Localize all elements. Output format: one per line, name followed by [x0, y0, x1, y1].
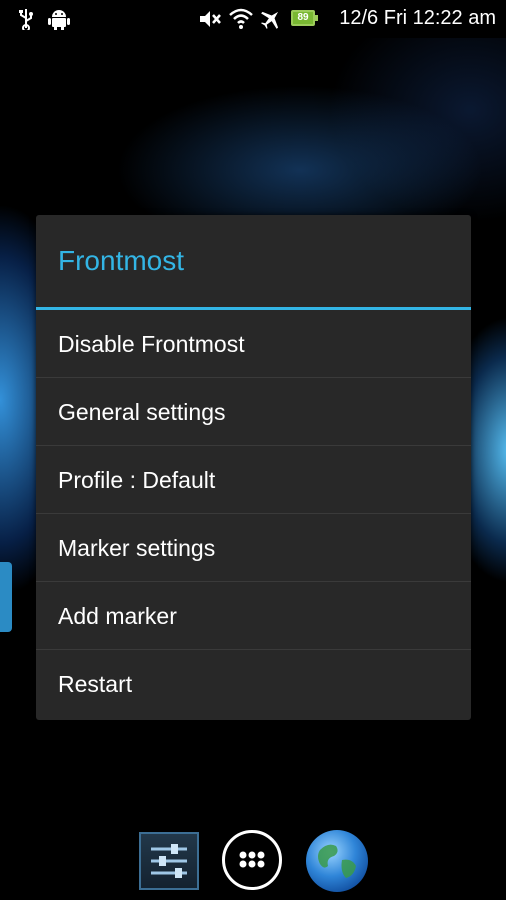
wifi-icon [229, 8, 253, 35]
app-drawer-icon[interactable] [222, 830, 282, 890]
frontmost-menu-dialog: Frontmost Disable Frontmost General sett… [36, 215, 471, 720]
android-icon [48, 8, 70, 35]
menu-item-disable-frontmost[interactable]: Disable Frontmost [36, 310, 471, 378]
status-bar: 89 12/6 Fri 12:22 am [0, 0, 506, 38]
dialog-title: Frontmost [58, 245, 185, 276]
menu-item-profile[interactable]: Profile : Default [36, 446, 471, 514]
mute-icon [198, 8, 222, 35]
side-edge-handle[interactable] [0, 562, 12, 632]
usb-icon [18, 8, 34, 35]
settings-sliders-icon[interactable] [139, 832, 199, 890]
menu-item-restart[interactable]: Restart [36, 650, 471, 718]
menu-item-general-settings[interactable]: General settings [36, 378, 471, 446]
menu-item-marker-settings[interactable]: Marker settings [36, 514, 471, 582]
status-date-time: 12/6 Fri 12:22 am [339, 7, 496, 29]
browser-globe-icon[interactable] [306, 830, 368, 892]
dialog-menu-list: Disable Frontmost General settings Profi… [36, 310, 471, 718]
battery-icon: 89 [291, 10, 318, 26]
menu-item-add-marker[interactable]: Add marker [36, 582, 471, 650]
airplane-icon [259, 8, 283, 35]
